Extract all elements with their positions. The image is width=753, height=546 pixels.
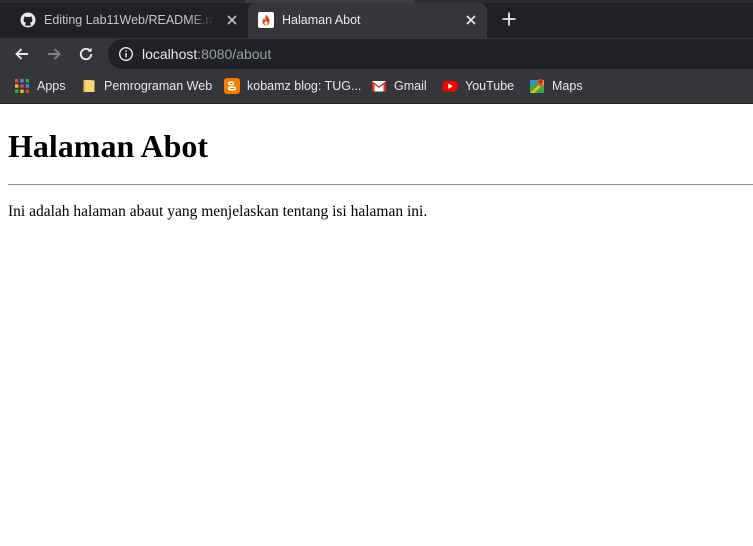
tab-halaman-abot[interactable]: Halaman Abot [248,3,487,38]
forward-arrow-icon[interactable] [44,44,64,64]
new-tab-plus-icon[interactable] [500,10,518,28]
maps-icon [529,78,545,94]
tab-title: Editing Lab11Web/README.md at [44,13,214,27]
youtube-icon [442,78,458,94]
bookmark-label: Maps [552,79,583,93]
bookmark-maps[interactable]: Maps [529,78,583,94]
bookmark-label: Pemrograman Web [104,79,213,93]
page-paragraph: Ini adalah halaman abaut yang menjelaska… [8,203,428,220]
close-tab-icon[interactable] [463,12,479,28]
info-icon[interactable] [118,46,134,62]
blogger-icon [224,78,240,94]
page-viewport: Halaman Abot Ini adalah halaman abaut ya… [0,105,753,546]
page-heading: Halaman Abot [8,128,209,164]
bookmark-youtube[interactable]: YouTube [442,78,514,94]
bookmark-label: kobamz blog: TUG... [247,79,362,93]
bookmarks-bar: Apps Pemrograman Web kobamz blog: TUG...… [0,70,753,104]
close-tab-icon[interactable] [224,12,240,28]
gmail-icon [371,78,387,94]
address-bar[interactable]: localhost:8080/about [108,39,753,69]
bookmark-label: Gmail [394,79,427,93]
github-icon [20,12,36,28]
bookmark-apps[interactable]: Apps [14,78,66,94]
tab-title: Halaman Abot [282,13,361,27]
apps-grid-icon [14,78,30,94]
tab-strip: Editing Lab11Web/README.md at Halaman Ab… [0,0,753,38]
bookmark-label: Apps [37,79,66,93]
codeigniter-icon [258,12,274,28]
url-text[interactable]: localhost:8080/about [142,46,271,62]
bookmark-pemrograman-web[interactable]: Pemrograman Web [81,78,212,94]
bookmark-label: YouTube [465,79,515,93]
back-arrow-icon[interactable] [12,44,32,64]
browser-toolbar: localhost:8080/about [0,38,753,70]
bookmark-kobamz-blog[interactable]: kobamz blog: TUG... [224,78,361,94]
tab-readme-editor[interactable]: Editing Lab11Web/README.md at [10,3,248,38]
horizontal-rule [8,184,753,186]
folder-icon [81,78,97,94]
bookmark-gmail[interactable]: Gmail [371,78,427,94]
url-host: localhost [142,46,198,62]
url-path: :8080/about [197,46,272,62]
reload-icon[interactable] [76,44,96,64]
